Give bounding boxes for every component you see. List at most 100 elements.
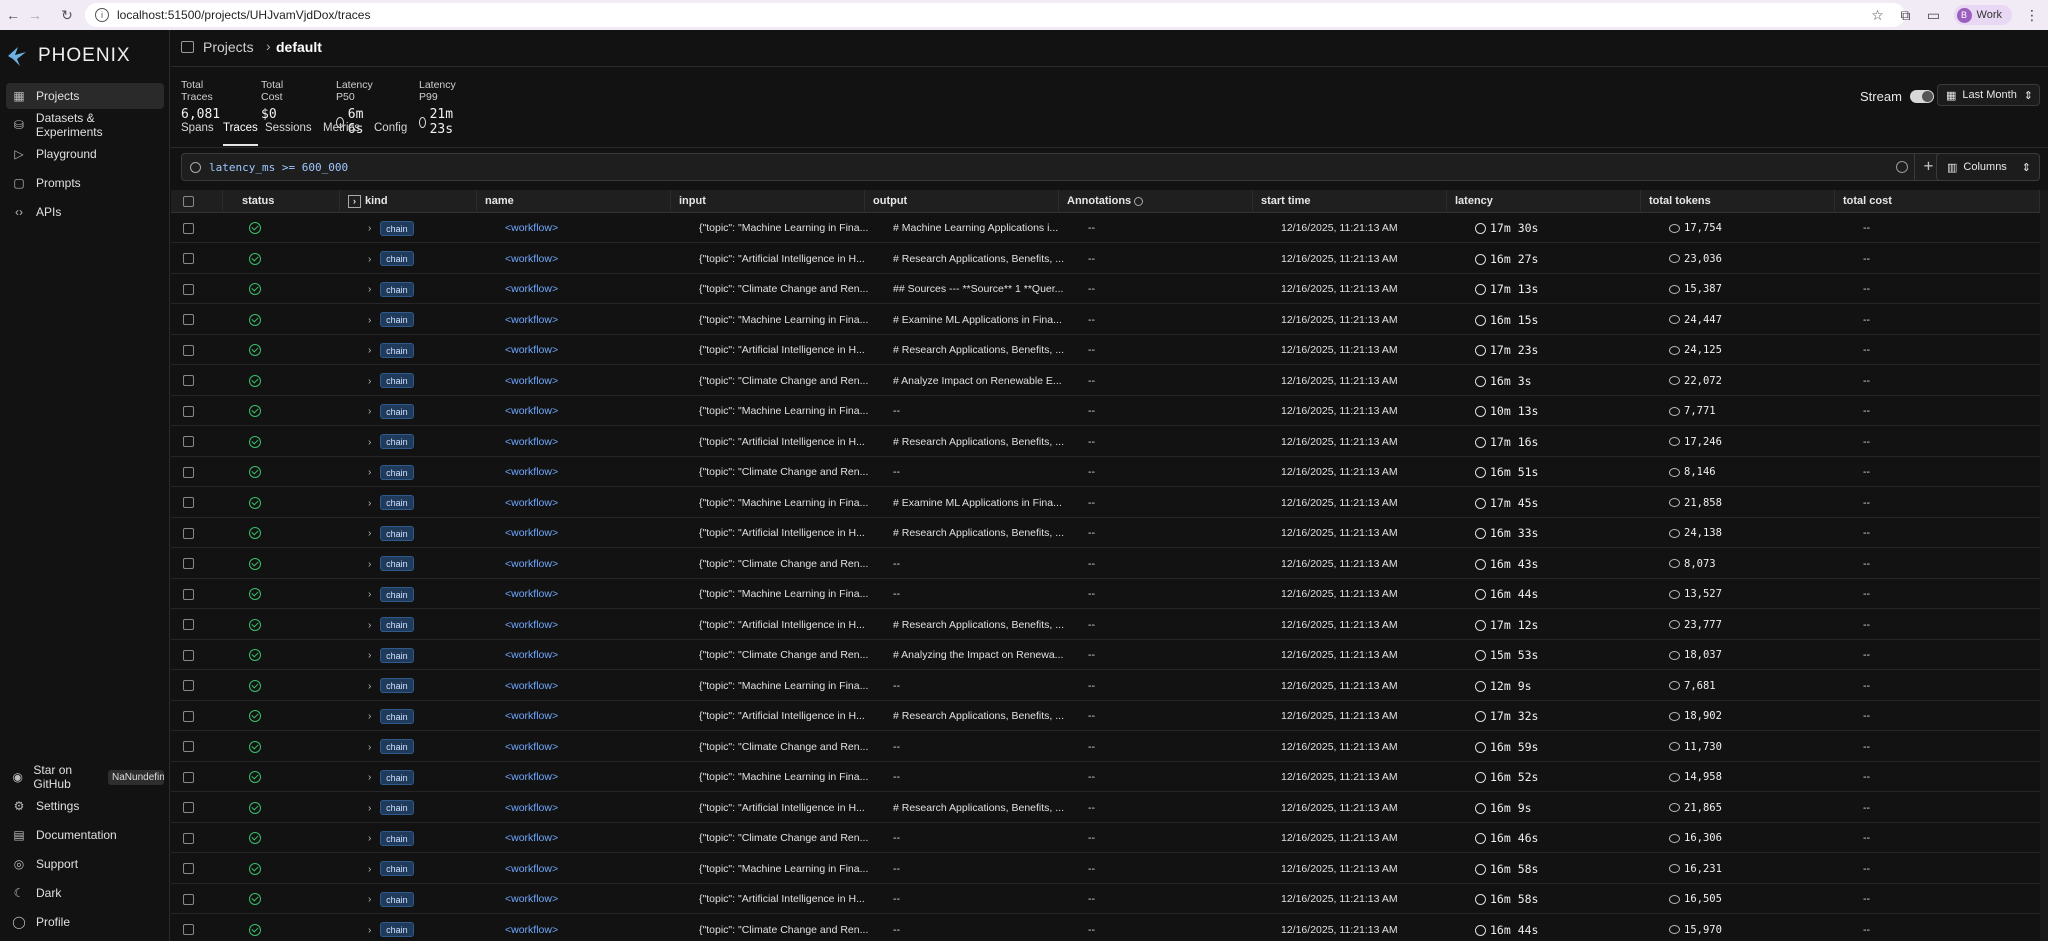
tokens-cell[interactable]: 11,730 — [1669, 732, 1854, 762]
row-checkbox[interactable] — [183, 283, 194, 295]
row-checkbox[interactable] — [183, 588, 194, 600]
row-checkbox[interactable] — [183, 466, 194, 478]
output-cell[interactable]: # Machine Learning Applications i... — [893, 213, 1078, 243]
name-cell[interactable]: <workflow> — [505, 884, 690, 914]
input-cell[interactable]: {"topic": "Machine Learning in Fina... — [699, 396, 884, 426]
tab-spans[interactable]: Spans — [181, 122, 214, 146]
row-checkbox[interactable] — [183, 527, 194, 539]
sidebar-item-settings[interactable]: ⚙ Settings — [6, 793, 164, 819]
sidebar-item-profile[interactable]: ◯ Profile — [6, 909, 164, 935]
tab-metrics[interactable]: Metrics — [323, 122, 360, 146]
table-row[interactable]: › chain <workflow> {"topic": "Machine Lear… — [171, 213, 2048, 243]
input-cell[interactable]: {"topic": "Artificial Intelligence in H.… — [699, 610, 884, 640]
row-checkbox[interactable] — [183, 832, 194, 844]
name-cell[interactable]: <workflow> — [505, 732, 690, 762]
header-annotations[interactable]: Annotations — [1059, 190, 1253, 213]
input-cell[interactable]: {"topic": "Artificial Intelligence in H.… — [699, 793, 884, 823]
output-cell[interactable]: -- — [893, 884, 1078, 914]
input-cell[interactable]: {"topic": "Artificial Intelligence in H.… — [699, 701, 884, 731]
scrollbar[interactable] — [2040, 190, 2048, 941]
table-row[interactable]: › chain <workflow> {"topic": "Artificial I… — [171, 793, 2048, 823]
input-cell[interactable]: {"topic": "Machine Learning in Fina... — [699, 762, 884, 792]
time-range-button[interactable]: ▦ Last Month ⇕ — [1937, 84, 2040, 106]
clear-icon[interactable] — [1896, 161, 1908, 173]
expand-row-icon[interactable]: › — [368, 315, 371, 326]
table-row[interactable]: › chain <workflow> {"topic": "Machine Lear… — [171, 854, 2048, 884]
input-cell[interactable]: {"topic": "Climate Change and Ren... — [699, 549, 884, 579]
name-cell[interactable]: <workflow> — [505, 488, 690, 518]
input-cell[interactable]: {"topic": "Climate Change and Ren... — [699, 915, 884, 941]
input-cell[interactable]: {"topic": "Machine Learning in Fina... — [699, 305, 884, 335]
tokens-cell[interactable]: 24,447 — [1669, 305, 1854, 335]
output-cell[interactable]: # Analyze Impact on Renewable E... — [893, 366, 1078, 396]
row-checkbox[interactable] — [183, 649, 194, 661]
input-cell[interactable]: {"topic": "Artificial Intelligence in H.… — [699, 427, 884, 457]
table-row[interactable]: › chain <workflow> {"topic": "Machine Lear… — [171, 579, 2048, 609]
site-info-icon[interactable]: i — [95, 8, 109, 22]
expand-row-icon[interactable]: › — [368, 437, 371, 448]
expand-row-icon[interactable]: › — [368, 376, 371, 387]
input-cell[interactable]: {"topic": "Climate Change and Ren... — [699, 640, 884, 670]
table-row[interactable]: › chain <workflow> {"topic": "Artificial I… — [171, 244, 2048, 274]
row-checkbox[interactable] — [183, 436, 194, 448]
table-row[interactable]: › chain <workflow> {"topic": "Climate Chan… — [171, 274, 2048, 304]
row-checkbox[interactable] — [183, 710, 194, 722]
table-row[interactable]: › chain <workflow> {"topic": "Climate Chan… — [171, 366, 2048, 396]
table-row[interactable]: › chain <workflow> {"topic": "Artificial I… — [171, 610, 2048, 640]
tokens-cell[interactable]: 23,777 — [1669, 610, 1854, 640]
name-cell[interactable]: <workflow> — [505, 610, 690, 640]
breadcrumb-projects[interactable]: Projects — [203, 39, 254, 55]
input-cell[interactable]: {"topic": "Artificial Intelligence in H.… — [699, 335, 884, 365]
output-cell[interactable]: # Examine ML Applications in Fina... — [893, 488, 1078, 518]
row-checkbox[interactable] — [183, 863, 194, 875]
tokens-cell[interactable]: 17,754 — [1669, 213, 1854, 243]
header-output[interactable]: output — [865, 190, 1059, 213]
output-cell[interactable]: -- — [893, 457, 1078, 487]
logo[interactable]: PHOENIX — [6, 44, 131, 68]
tokens-cell[interactable]: 14,958 — [1669, 762, 1854, 792]
reload-icon[interactable]: ↻ — [56, 7, 78, 24]
input-cell[interactable]: {"topic": "Machine Learning in Fina... — [699, 671, 884, 701]
name-cell[interactable]: <workflow> — [505, 823, 690, 853]
row-checkbox[interactable] — [183, 558, 194, 570]
row-checkbox[interactable] — [183, 680, 194, 692]
header-name[interactable]: name — [477, 190, 671, 213]
forward-icon[interactable]: → — [24, 7, 46, 23]
output-cell[interactable]: -- — [893, 579, 1078, 609]
input-cell[interactable]: {"topic": "Machine Learning in Fina... — [699, 213, 884, 243]
sidebar-item-github[interactable]: ◉ Star on GitHub NaNundefined — [6, 763, 164, 791]
table-row[interactable]: › chain <workflow> {"topic": "Machine Lear… — [171, 396, 2048, 426]
name-cell[interactable]: <workflow> — [505, 640, 690, 670]
stream-toggle[interactable] — [1909, 90, 1934, 103]
sidebar-item-datasets[interactable]: ⛁ Datasets & Experiments — [6, 111, 164, 139]
tokens-cell[interactable]: 21,858 — [1669, 488, 1854, 518]
table-row[interactable]: › chain <workflow> {"topic": "Artificial I… — [171, 335, 2048, 365]
row-checkbox[interactable] — [183, 893, 194, 905]
tokens-cell[interactable]: 22,072 — [1669, 366, 1854, 396]
input-cell[interactable]: {"topic": "Machine Learning in Fina... — [699, 854, 884, 884]
output-cell[interactable]: # Examine ML Applications in Fina... — [893, 305, 1078, 335]
table-row[interactable]: › chain <workflow> {"topic": "Machine Lear… — [171, 671, 2048, 701]
media-icon[interactable]: ▭ — [1926, 7, 1942, 23]
output-cell[interactable]: -- — [893, 671, 1078, 701]
tokens-cell[interactable]: 15,387 — [1669, 274, 1854, 304]
output-cell[interactable]: # Research Applications, Benefits, ... — [893, 427, 1078, 457]
row-checkbox[interactable] — [183, 222, 194, 234]
output-cell[interactable]: -- — [893, 854, 1078, 884]
name-cell[interactable]: <workflow> — [505, 335, 690, 365]
tokens-cell[interactable]: 18,902 — [1669, 701, 1854, 731]
expand-row-icon[interactable]: › — [368, 406, 371, 417]
sidebar-toggle-icon[interactable] — [181, 41, 194, 53]
row-checkbox[interactable] — [183, 741, 194, 753]
output-cell[interactable]: ## Sources --- **Source** 1 **Quer... — [893, 274, 1078, 304]
tab-config[interactable]: Config — [374, 122, 407, 146]
columns-button[interactable]: ▥ Columns ⇕ — [1936, 153, 2040, 181]
output-cell[interactable]: # Research Applications, Benefits, ... — [893, 335, 1078, 365]
row-checkbox[interactable] — [183, 771, 194, 783]
name-cell[interactable]: <workflow> — [505, 213, 690, 243]
row-checkbox[interactable] — [183, 924, 194, 936]
name-cell[interactable]: <workflow> — [505, 549, 690, 579]
input-cell[interactable]: {"topic": "Climate Change and Ren... — [699, 732, 884, 762]
expand-row-icon[interactable]: › — [368, 925, 371, 936]
output-cell[interactable]: -- — [893, 762, 1078, 792]
